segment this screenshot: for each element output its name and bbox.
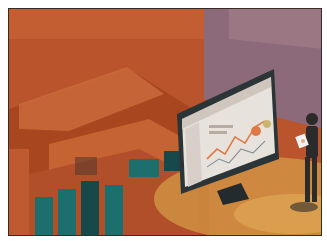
window-1: [35, 197, 53, 235]
office-illustration: [9, 9, 321, 235]
window-2: [58, 189, 76, 235]
window-4: [105, 185, 123, 235]
window-5: [129, 159, 159, 177]
window-3: [81, 181, 99, 235]
illustration-frame: [8, 8, 322, 236]
